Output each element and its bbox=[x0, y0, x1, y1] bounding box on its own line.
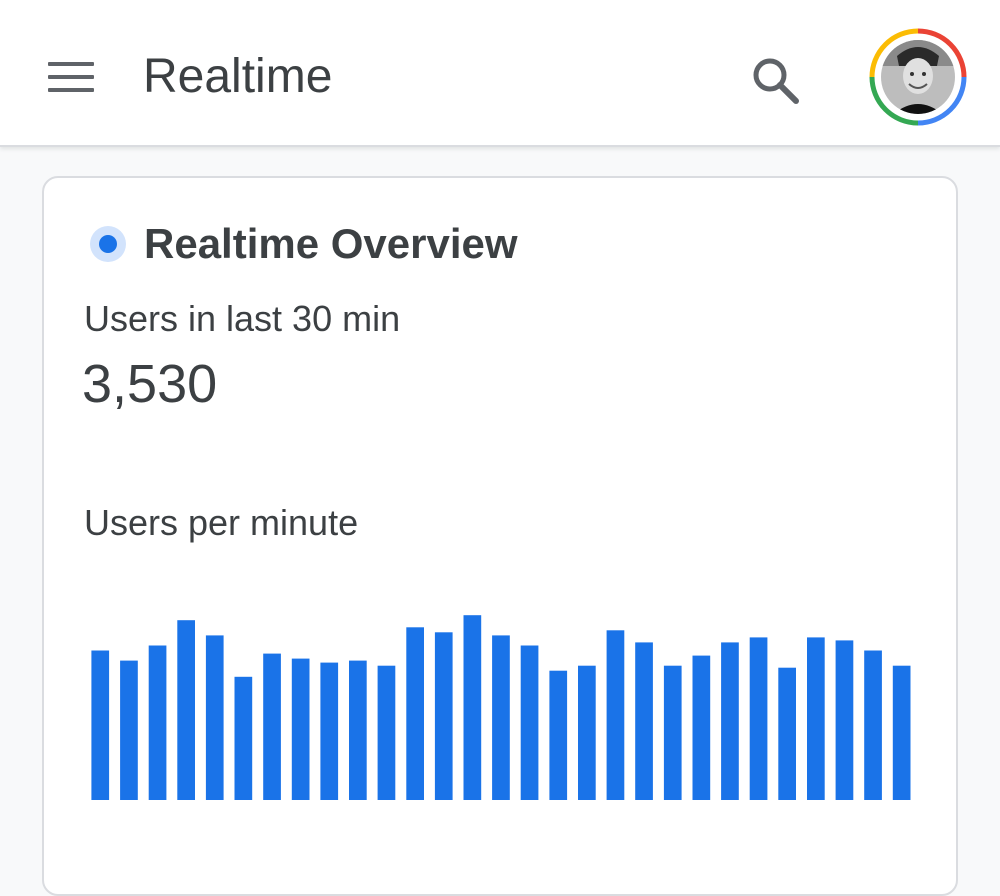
chart-bar[interactable] bbox=[406, 627, 424, 800]
realtime-overview-card: Realtime Overview Users in last 30 min 3… bbox=[42, 176, 958, 896]
chart-bar[interactable] bbox=[148, 645, 167, 801]
chart-bar[interactable] bbox=[120, 660, 138, 800]
page-title: Realtime bbox=[143, 50, 333, 103]
chart-bar[interactable] bbox=[663, 665, 682, 800]
hamburger-menu-icon bbox=[48, 62, 94, 66]
account-avatar-icon bbox=[869, 28, 967, 126]
chart-bar[interactable] bbox=[463, 615, 482, 800]
chart-bar[interactable] bbox=[377, 665, 396, 800]
chart-bar[interactable] bbox=[778, 667, 796, 800]
chart-bar[interactable] bbox=[635, 642, 653, 800]
hamburger-menu-icon-line bbox=[48, 88, 94, 92]
chart-bar[interactable] bbox=[835, 640, 854, 800]
chart-bar[interactable] bbox=[291, 658, 310, 800]
metric-label: Users in last 30 min bbox=[84, 298, 401, 339]
chart-bar[interactable] bbox=[578, 665, 596, 800]
chart-bar[interactable] bbox=[177, 620, 195, 800]
chart-bar[interactable] bbox=[520, 645, 539, 801]
live-dot-icon bbox=[90, 226, 126, 262]
chart-bar[interactable] bbox=[606, 630, 625, 800]
chart-bar[interactable] bbox=[205, 635, 224, 800]
chart-bar[interactable] bbox=[807, 637, 825, 800]
search-button[interactable] bbox=[744, 48, 808, 112]
chart-bar[interactable] bbox=[91, 650, 110, 801]
hamburger-menu-icon-line bbox=[48, 75, 94, 79]
chart-bar[interactable] bbox=[892, 665, 911, 800]
chart-bar[interactable] bbox=[864, 650, 882, 801]
avatar[interactable] bbox=[867, 26, 969, 128]
menu-button[interactable] bbox=[36, 44, 106, 110]
metric-value: 3,530 bbox=[82, 354, 218, 414]
app-bar: Realtime bbox=[0, 0, 1000, 147]
chart-bar[interactable] bbox=[721, 642, 739, 800]
chart-bar[interactable] bbox=[434, 632, 453, 800]
search-icon bbox=[753, 58, 799, 104]
chart-bar[interactable] bbox=[692, 655, 711, 800]
card-title: Realtime Overview bbox=[144, 220, 518, 267]
users-per-minute-chart bbox=[91, 615, 911, 801]
chart-bar[interactable] bbox=[349, 660, 367, 800]
chart-bar[interactable] bbox=[549, 670, 568, 800]
chart-label: Users per minute bbox=[84, 502, 359, 543]
chart-bar[interactable] bbox=[320, 662, 339, 800]
chart-bar[interactable] bbox=[234, 676, 253, 800]
chart-bar[interactable] bbox=[749, 637, 768, 800]
chart-bar[interactable] bbox=[263, 653, 281, 800]
chart-bar[interactable] bbox=[492, 635, 510, 800]
